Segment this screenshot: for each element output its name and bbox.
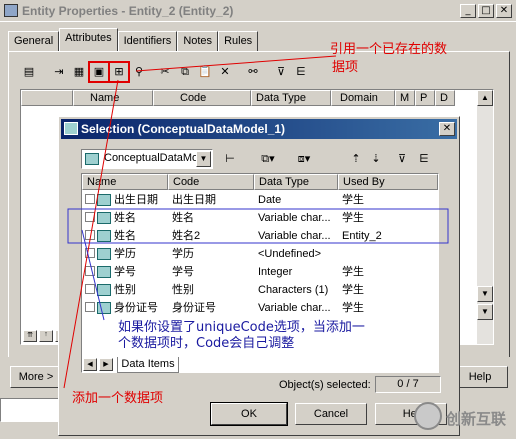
annotation-reuse-line2: 据项 bbox=[332, 60, 359, 75]
reuse-arrow-line bbox=[135, 55, 337, 72]
watermark: 创新互联 bbox=[412, 400, 516, 436]
highlight-box bbox=[67, 208, 449, 244]
annotation-add-item: 添加一个数据项 bbox=[72, 391, 164, 406]
annotation-overlay bbox=[63, 55, 449, 389]
watermark-text: 创新互联 bbox=[446, 410, 507, 428]
add-arrow-line bbox=[63, 79, 119, 389]
annotation-unique-code-2: 个数据项时，Code会自己调整 bbox=[118, 336, 295, 351]
watermark-logo-icon bbox=[414, 402, 442, 430]
annotation-reuse: 引用一个已存在的数 bbox=[330, 42, 448, 57]
